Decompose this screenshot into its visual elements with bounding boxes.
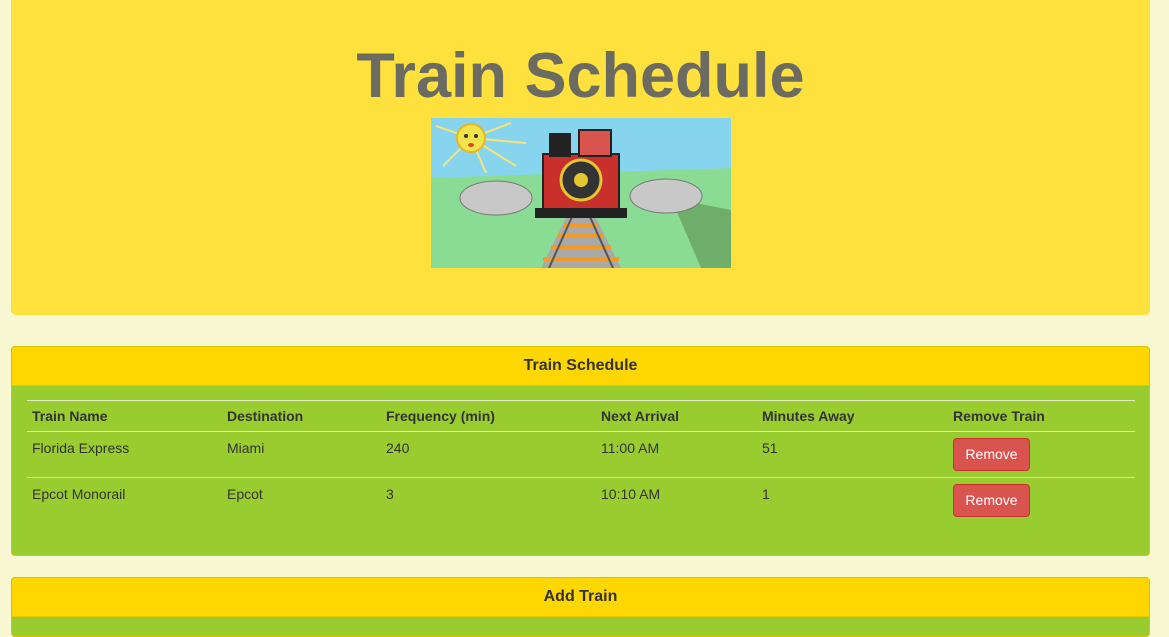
table-row: Florida Express Miami 240 11:00 AM 51 Re…	[27, 431, 1135, 478]
schedule-panel: Train Schedule Train Name Destination Fr…	[11, 346, 1150, 556]
train-picture	[431, 118, 731, 268]
next-arrival-cell: 10:10 AM	[601, 486, 661, 502]
column-header-frequency: Frequency (min)	[381, 400, 596, 432]
jumbotron: Train Schedule	[11, 0, 1150, 315]
destination-cell: Miami	[222, 431, 381, 478]
table-row: Epcot Monorail Epcot 3 10:10 AM 1 Remove	[27, 478, 1135, 524]
minutes-away-cell: 51	[757, 431, 948, 478]
remove-train-button[interactable]: Remove	[953, 484, 1030, 517]
column-header-minutes-away: Minutes Away	[757, 400, 948, 432]
remove-cell: Remove	[948, 431, 1135, 478]
remove-train-button[interactable]: Remove	[953, 438, 1030, 471]
add-train-panel: Add Train	[11, 577, 1150, 637]
column-header-train-name: Train Name	[27, 400, 222, 432]
schedule-table-wrapper: Train Name Destination Frequency (min) N…	[27, 400, 1135, 523]
train-name-cell: Florida Express	[27, 431, 222, 478]
train-name-cell: Epcot Monorail	[32, 486, 126, 502]
page-title: Train Schedule	[356, 41, 805, 111]
schedule-panel-heading: Train Schedule	[12, 347, 1149, 386]
next-arrival-cell: 11:00 AM	[596, 431, 757, 478]
table-header-row: Train Name Destination Frequency (min) N…	[27, 400, 1135, 432]
destination-cell: Epcot	[227, 486, 263, 502]
schedule-table: Train Name Destination Frequency (min) N…	[27, 400, 1135, 523]
remove-cell: Remove	[948, 478, 1135, 524]
frequency-cell: 3	[386, 486, 394, 502]
column-header-next-arrival: Next Arrival	[596, 400, 757, 432]
minutes-away-cell: 1	[762, 486, 770, 502]
add-train-panel-heading: Add Train	[12, 578, 1149, 617]
column-header-destination: Destination	[222, 400, 381, 432]
frequency-cell: 240	[381, 431, 596, 478]
column-header-remove-train: Remove Train	[948, 400, 1135, 432]
